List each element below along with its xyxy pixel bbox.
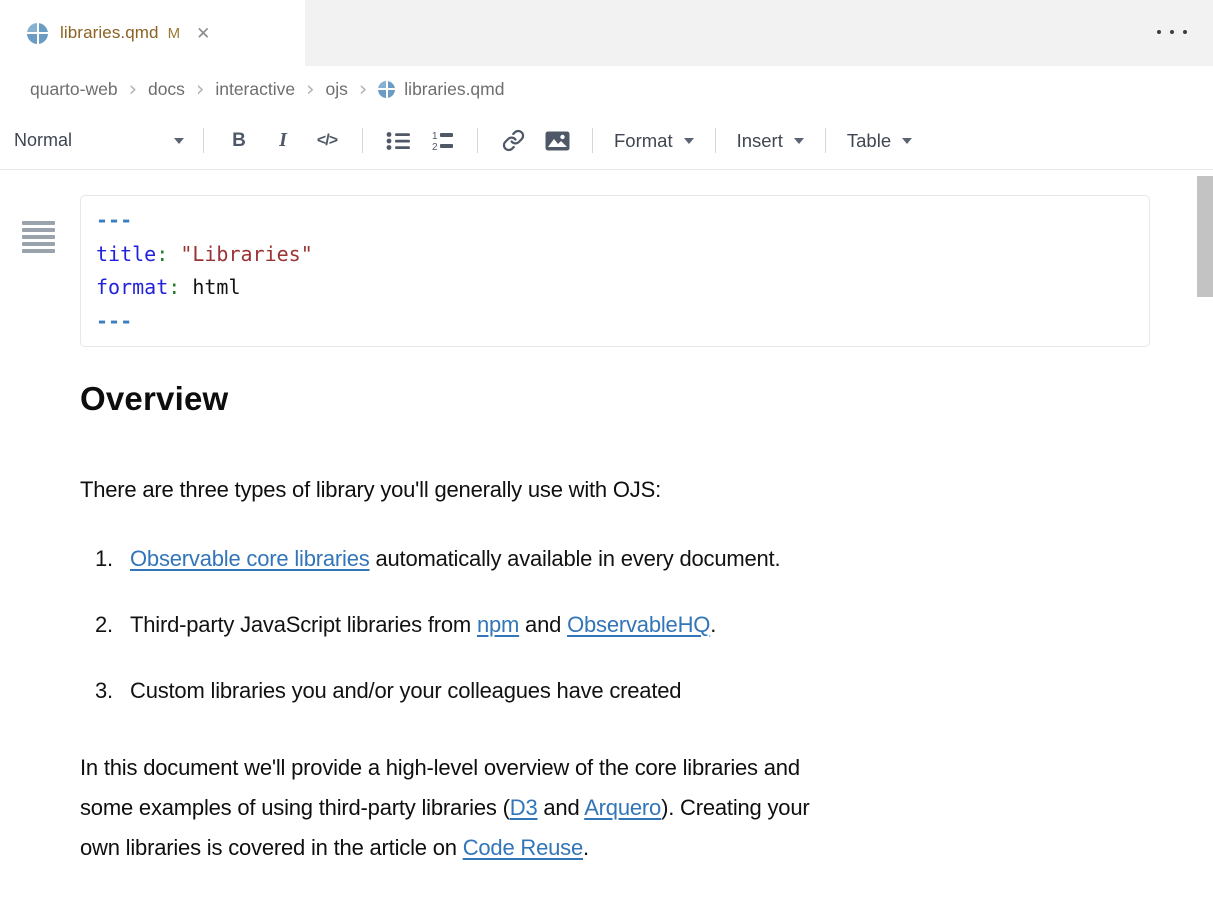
ordered-list-icon: 1 2: [430, 130, 455, 152]
editor-content: ---title: "Libraries"format: html--- Ove…: [0, 195, 1213, 914]
paragraph-style-select[interactable]: Normal: [14, 130, 190, 151]
quarto-file-icon: [27, 23, 48, 44]
toolbar-divider: [592, 128, 593, 153]
breadcrumb-item-interactive[interactable]: interactive: [215, 79, 295, 100]
image-icon: [545, 131, 570, 151]
quarto-file-icon: [378, 81, 395, 98]
inline-link[interactable]: Arquero: [584, 795, 661, 820]
breadcrumb-separator: ›: [129, 77, 137, 101]
list-item: 3. Custom libraries you and/or your coll…: [95, 676, 1213, 706]
toolbar-divider: [362, 128, 363, 153]
tab-title: libraries.qmd: [60, 23, 159, 43]
list-number: 2.: [95, 610, 130, 640]
breadcrumb: quarto-web › docs › interactive › ojs › …: [0, 66, 1213, 112]
list-item-text: Observable core libraries automatically …: [130, 544, 780, 574]
code-line: ---: [96, 305, 1134, 339]
chevron-down-icon: [174, 138, 184, 144]
tab-libraries-qmd[interactable]: libraries.qmd M ✕: [0, 0, 305, 66]
yaml-front-matter-block[interactable]: ---title: "Libraries"format: html---: [80, 195, 1150, 347]
breadcrumb-item-file[interactable]: libraries.qmd: [378, 79, 504, 100]
list-number: 1.: [95, 544, 130, 574]
inline-link[interactable]: ObservableHQ: [567, 612, 710, 637]
list-item-text: Custom libraries you and/or your colleag…: [130, 676, 681, 706]
breadcrumb-item-docs[interactable]: docs: [148, 79, 185, 100]
bold-button[interactable]: B: [217, 130, 261, 152]
breadcrumb-item-ojs[interactable]: ojs: [326, 79, 348, 100]
italic-button[interactable]: I: [261, 129, 305, 152]
vertical-scrollbar-thumb[interactable]: [1197, 176, 1213, 297]
breadcrumb-separator: ›: [359, 77, 367, 101]
tab-bar: libraries.qmd M ✕: [0, 0, 1213, 66]
image-button[interactable]: [535, 131, 579, 151]
bullet-list-button[interactable]: [376, 131, 420, 151]
insert-menu-label: Insert: [737, 130, 783, 152]
block-drag-handle-icon[interactable]: [22, 221, 55, 262]
formatting-toolbar: Normal B I </> 1 2 Fo: [0, 112, 1213, 170]
intro-paragraph: There are three types of library you'll …: [80, 475, 1213, 505]
code-button[interactable]: </>: [305, 132, 349, 150]
breadcrumb-item-quarto-web[interactable]: quarto-web: [30, 79, 118, 100]
breadcrumb-separator: ›: [306, 77, 314, 101]
list-item: 2. Third-party JavaScript libraries from…: [95, 610, 1213, 640]
svg-text:1: 1: [432, 131, 438, 142]
close-icon[interactable]: ✕: [196, 25, 210, 42]
chevron-down-icon: [794, 138, 804, 144]
toolbar-divider: [203, 128, 204, 153]
link-button[interactable]: [491, 129, 535, 152]
list-number: 3.: [95, 676, 130, 706]
bullet-list-icon: [386, 131, 411, 151]
chevron-down-icon: [902, 138, 912, 144]
toolbar-divider: [477, 128, 478, 153]
code-line: ---: [96, 204, 1134, 238]
link-icon: [502, 129, 525, 152]
modified-badge: M: [168, 25, 181, 42]
list-item-text: Third-party JavaScript libraries from np…: [130, 610, 716, 640]
outro-paragraph: In this document we'll provide a high-le…: [80, 748, 1213, 868]
insert-menu[interactable]: Insert: [729, 130, 812, 152]
inline-link[interactable]: Observable core libraries: [130, 546, 370, 571]
code-line: format: html: [96, 271, 1134, 305]
format-menu-label: Format: [614, 130, 673, 152]
code-line: title: "Libraries": [96, 238, 1134, 272]
library-types-list: 1. Observable core libraries automatical…: [0, 544, 1213, 706]
paragraph-style-value: Normal: [14, 130, 72, 151]
toolbar-divider: [825, 128, 826, 153]
inline-link[interactable]: Code Reuse: [463, 835, 583, 860]
toolbar-divider: [715, 128, 716, 153]
list-item: 1. Observable core libraries automatical…: [95, 544, 1213, 574]
table-menu[interactable]: Table: [839, 130, 920, 152]
inline-link[interactable]: D3: [510, 795, 538, 820]
format-menu[interactable]: Format: [606, 130, 702, 152]
chevron-down-icon: [684, 138, 694, 144]
more-actions-icon[interactable]: [1157, 30, 1187, 34]
section-heading: Overview: [80, 377, 1213, 421]
ordered-list-button[interactable]: 1 2: [420, 130, 464, 152]
breadcrumb-separator: ›: [196, 77, 204, 101]
table-menu-label: Table: [847, 130, 891, 152]
inline-link[interactable]: npm: [477, 612, 519, 637]
svg-text:2: 2: [432, 142, 438, 152]
breadcrumb-file-label: libraries.qmd: [404, 79, 504, 100]
